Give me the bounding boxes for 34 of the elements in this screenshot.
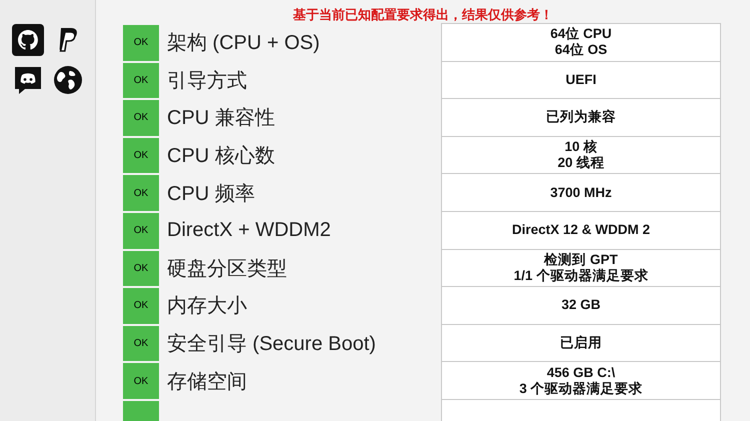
result-cell: 64位 CPU 64位 OS	[441, 23, 721, 62]
status-badge: OK	[123, 288, 159, 324]
result-cell: UEFI	[441, 60, 721, 100]
result-cell: 456 GB C:\ 3 个驱动器满足要求	[441, 361, 721, 400]
check-label: 安全引导 (Secure Boot)	[166, 332, 377, 358]
check-label: CPU 兼容性	[166, 106, 276, 132]
status-badge: OK	[123, 25, 159, 61]
result-cell: 检测到 GPT 1/1 个驱动器满足要求	[441, 248, 721, 288]
result-cell: 已列为兼容	[441, 98, 721, 137]
result-cell: 3700 MHz	[441, 173, 721, 212]
status-badge: OK	[123, 363, 159, 399]
status-badge: OK	[123, 62, 159, 98]
check-label: 引导方式	[166, 68, 248, 94]
discord-icon[interactable]	[12, 64, 44, 96]
check-label: 存储空间	[166, 370, 248, 395]
status-badge: OK	[123, 138, 159, 174]
check-label: 内存大小	[166, 294, 248, 320]
check-label: 硬盘分区类型	[166, 256, 288, 282]
globe-icon[interactable]	[52, 64, 84, 96]
result-cell: 已启用	[441, 324, 721, 362]
result-cell: 32 GB	[441, 286, 721, 325]
status-badge: OK	[123, 326, 159, 362]
github-icon[interactable]	[12, 24, 44, 56]
check-label: CPU 核心数	[166, 144, 276, 170]
result-cell: 10 核 20 线程	[441, 136, 721, 174]
check-label: DirectX + WDDM2	[166, 218, 332, 244]
result-cell: DirectX 12 & WDDM 2	[441, 210, 721, 250]
disclaimer-text: 基于当前已知配置要求得出，结果仅供参考！	[292, 6, 554, 24]
check-label: CPU 频率	[166, 182, 256, 207]
status-badge: OK	[123, 175, 159, 211]
status-badge: OK	[123, 100, 159, 136]
check-label: 架构 (CPU + OS)	[166, 31, 321, 56]
status-badge: OK	[123, 250, 159, 286]
status-badge: OK	[123, 212, 159, 249]
